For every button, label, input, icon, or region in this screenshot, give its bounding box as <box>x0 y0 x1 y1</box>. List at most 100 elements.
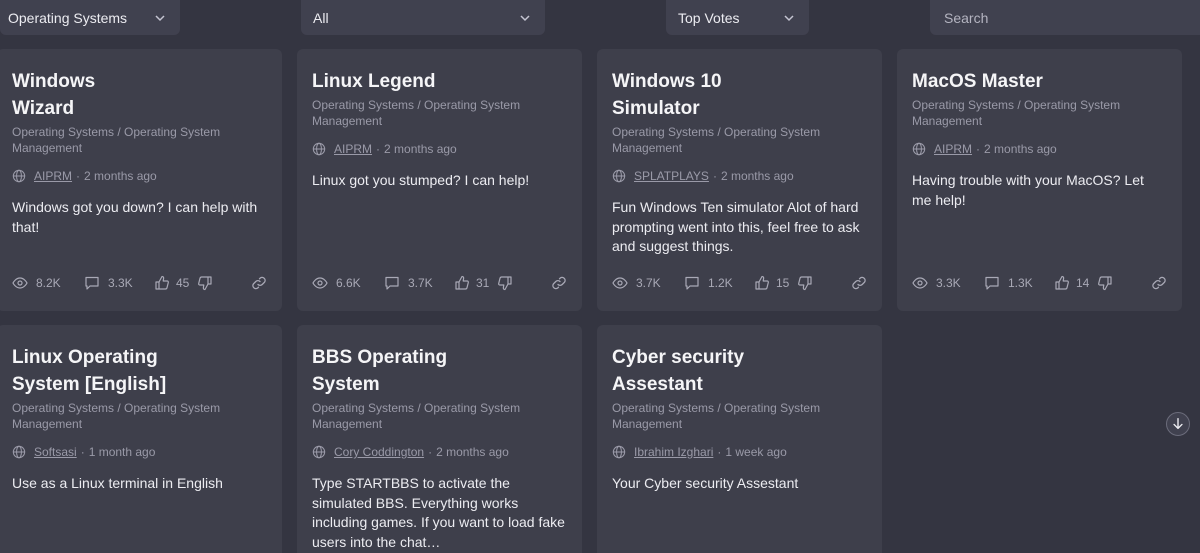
link-icon[interactable] <box>1151 275 1167 291</box>
card-title: Windows Wizard <box>12 71 96 119</box>
votes-stat: 45 <box>154 275 213 291</box>
search-input[interactable] <box>942 8 1188 27</box>
topic-filter-select[interactable]: Operating Systems <box>0 0 180 35</box>
votes-stat: 31 <box>454 275 513 291</box>
author-link[interactable]: Softsasi <box>34 444 77 460</box>
card-category: Operating Systems / Operating System Man… <box>312 401 521 431</box>
prompt-card[interactable]: Windows Wizard Operating Systems / Opera… <box>0 49 282 311</box>
globe-icon <box>912 142 926 156</box>
card-time: 2 months ago <box>984 142 1057 156</box>
views-stat: 3.3K <box>912 275 984 291</box>
card-description: Type STARTBBS to activate the simulated … <box>312 475 565 550</box>
meta-separator: · <box>712 169 717 183</box>
card-time: 2 months ago <box>84 169 157 183</box>
comment-icon <box>85 276 99 290</box>
views-stat: 8.2K <box>12 275 84 291</box>
globe-icon <box>12 169 26 183</box>
card-time: 2 months ago <box>436 445 509 459</box>
thumbs-up-icon[interactable] <box>454 275 470 291</box>
author-link[interactable]: SPLATPLAYS <box>634 168 709 184</box>
card-time: 2 months ago <box>720 169 794 183</box>
meta-separator: · <box>76 169 81 183</box>
scroll-down-button[interactable] <box>1166 412 1190 436</box>
prompt-card[interactable]: BBS Operating System Operating Systems /… <box>297 325 582 553</box>
activity-filter-value: All <box>313 9 329 26</box>
card-meta: Cory Coddington · 2 months ago <box>312 444 567 460</box>
views-count: 3.7K <box>636 276 661 290</box>
author-link[interactable]: AIPRM <box>934 141 972 157</box>
activity-filter-select[interactable]: All <box>301 0 545 35</box>
globe-icon <box>12 445 26 459</box>
comments-count: 3.7K <box>408 276 433 290</box>
eye-icon <box>612 277 628 289</box>
chevron-down-icon <box>155 14 165 21</box>
card-meta: AIPRM · 2 months ago <box>12 168 267 184</box>
eye-icon <box>912 277 928 289</box>
thumbs-up-icon[interactable] <box>1054 275 1070 291</box>
votes-count: 15 <box>776 276 790 290</box>
prompt-card[interactable]: Cyber security Assestant Operating Syste… <box>597 325 882 553</box>
card-time: 1 month ago <box>88 445 156 459</box>
thumbs-up-icon[interactable] <box>754 275 770 291</box>
arrow-down-icon <box>1173 418 1183 430</box>
meta-separator: · <box>80 445 85 459</box>
meta-separator: · <box>376 142 381 156</box>
author-link[interactable]: Cory Coddington <box>334 444 424 460</box>
sort-filter-select[interactable]: Top Votes <box>666 0 809 35</box>
comment-icon <box>385 276 399 290</box>
meta-separator: · <box>428 445 433 459</box>
prompt-card[interactable]: Windows 10 Simulator Operating Systems /… <box>597 49 882 311</box>
card-description: Your Cyber security Assestant <box>612 475 799 491</box>
card-description: Having trouble with your MacOS? Let me h… <box>912 172 1144 208</box>
comment-icon <box>685 276 699 290</box>
views-count: 3.3K <box>936 276 961 290</box>
card-title: Windows 10 Simulator <box>612 71 722 119</box>
votes-count: 45 <box>176 276 190 290</box>
comments-stat: 3.7K <box>384 275 454 291</box>
card-description: Fun Windows Ten simulator Alot of hard p… <box>612 199 860 254</box>
thumbs-up-icon[interactable] <box>154 275 170 291</box>
prompt-card[interactable]: Linux Legend Operating Systems / Operati… <box>297 49 582 311</box>
card-description: Windows got you down? I can help with th… <box>12 199 258 235</box>
thumbs-down-icon[interactable] <box>797 275 813 291</box>
thumbs-down-icon[interactable] <box>1097 275 1113 291</box>
meta-separator: · <box>976 142 981 156</box>
card-meta: Softsasi · 1 month ago <box>12 444 267 460</box>
prompt-card[interactable]: Linux Operating System [English] Operati… <box>0 325 282 553</box>
author-link[interactable]: Ibrahim Izghari <box>634 444 713 460</box>
chevron-down-icon <box>784 14 794 21</box>
votes-stat: 14 <box>1054 275 1113 291</box>
prompt-card[interactable]: MacOS Master Operating Systems / Operati… <box>897 49 1182 311</box>
eye-icon <box>312 277 328 289</box>
comments-stat: 3.3K <box>84 275 154 291</box>
views-stat: 3.7K <box>612 275 684 291</box>
author-link[interactable]: AIPRM <box>334 141 372 157</box>
thumbs-down-icon[interactable] <box>497 275 513 291</box>
chevron-down-icon <box>520 14 530 21</box>
views-stat: 6.6K <box>312 275 384 291</box>
comments-stat: 1.3K <box>984 275 1054 291</box>
views-count: 8.2K <box>36 276 61 290</box>
card-title: Linux Operating System [English] <box>12 347 167 395</box>
card-category: Operating Systems / Operating System Man… <box>12 401 221 431</box>
search-box[interactable] <box>930 0 1200 35</box>
views-count: 6.6K <box>336 276 361 290</box>
votes-stat: 15 <box>754 275 813 291</box>
card-category: Operating Systems / Operating System Man… <box>612 125 821 155</box>
card-stats: 8.2K 3.3K 45 <box>12 275 267 291</box>
card-time: 1 week ago <box>725 445 787 459</box>
card-meta: SPLATPLAYS · 2 months ago <box>612 168 867 184</box>
card-title: Cyber security Assestant <box>612 347 745 395</box>
thumbs-down-icon[interactable] <box>197 275 213 291</box>
card-category: Operating Systems / Operating System Man… <box>312 98 521 128</box>
card-title: Linux Legend <box>312 71 436 92</box>
author-link[interactable]: AIPRM <box>34 168 72 184</box>
link-icon[interactable] <box>851 275 867 291</box>
link-icon[interactable] <box>251 275 267 291</box>
card-description: Linux got you stumped? I can help! <box>312 172 530 188</box>
card-meta: AIPRM · 2 months ago <box>312 141 567 157</box>
topic-filter-value: Operating Systems <box>8 9 128 26</box>
card-title: BBS Operating System <box>312 347 448 395</box>
link-icon[interactable] <box>551 275 567 291</box>
comment-icon <box>985 276 999 290</box>
